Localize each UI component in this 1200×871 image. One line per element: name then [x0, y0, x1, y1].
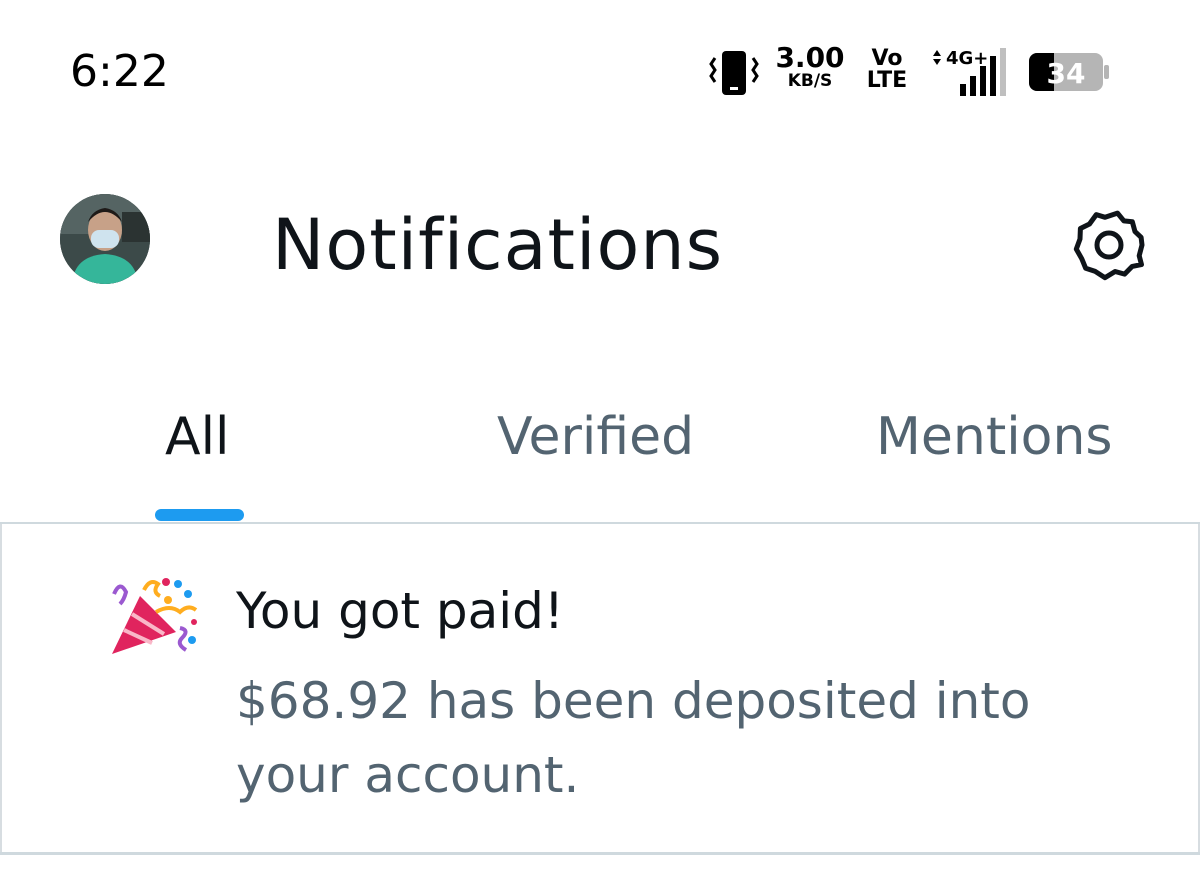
- volte-top: Vo: [871, 46, 903, 71]
- vibrate-icon: [709, 51, 759, 95]
- network-speed-value: 3.00: [775, 41, 845, 74]
- network-speed: 3.00 KB/S: [772, 44, 848, 90]
- notification-title: You got paid!: [236, 582, 564, 640]
- status-time: 6:22: [70, 46, 169, 97]
- status-bar: 6:22 3.00 KB/S Vo LTE 4G+ 34: [0, 0, 1200, 140]
- party-popper-icon: [112, 578, 198, 654]
- tab-verified[interactable]: Verified: [497, 402, 694, 472]
- page-header: Notifications: [0, 150, 1200, 340]
- network-speed-unit: KB/S: [787, 71, 833, 91]
- battery-level: 34: [1047, 57, 1086, 90]
- page-title: Notifications: [272, 204, 724, 286]
- settings-gear-icon[interactable]: [1066, 202, 1152, 288]
- volte-indicator: Vo LTE: [862, 48, 912, 92]
- volte-bottom: LTE: [866, 68, 908, 93]
- notification-divider: [0, 852, 1200, 855]
- notification-body: $68.92 has been deposited into your acco…: [236, 672, 1031, 804]
- tab-mentions[interactable]: Mentions: [876, 402, 1113, 472]
- tab-all[interactable]: All: [165, 402, 229, 472]
- network-type: 4G+: [946, 48, 988, 69]
- notification-tabs: All Verified Mentions: [0, 380, 1200, 522]
- notification-item[interactable]: You got paid! $68.92 has been deposited …: [0, 524, 1200, 852]
- active-tab-indicator: [155, 509, 244, 521]
- signal-icon: 4G+: [933, 48, 1006, 96]
- battery-icon: 34: [1028, 52, 1110, 92]
- avatar[interactable]: [60, 194, 150, 284]
